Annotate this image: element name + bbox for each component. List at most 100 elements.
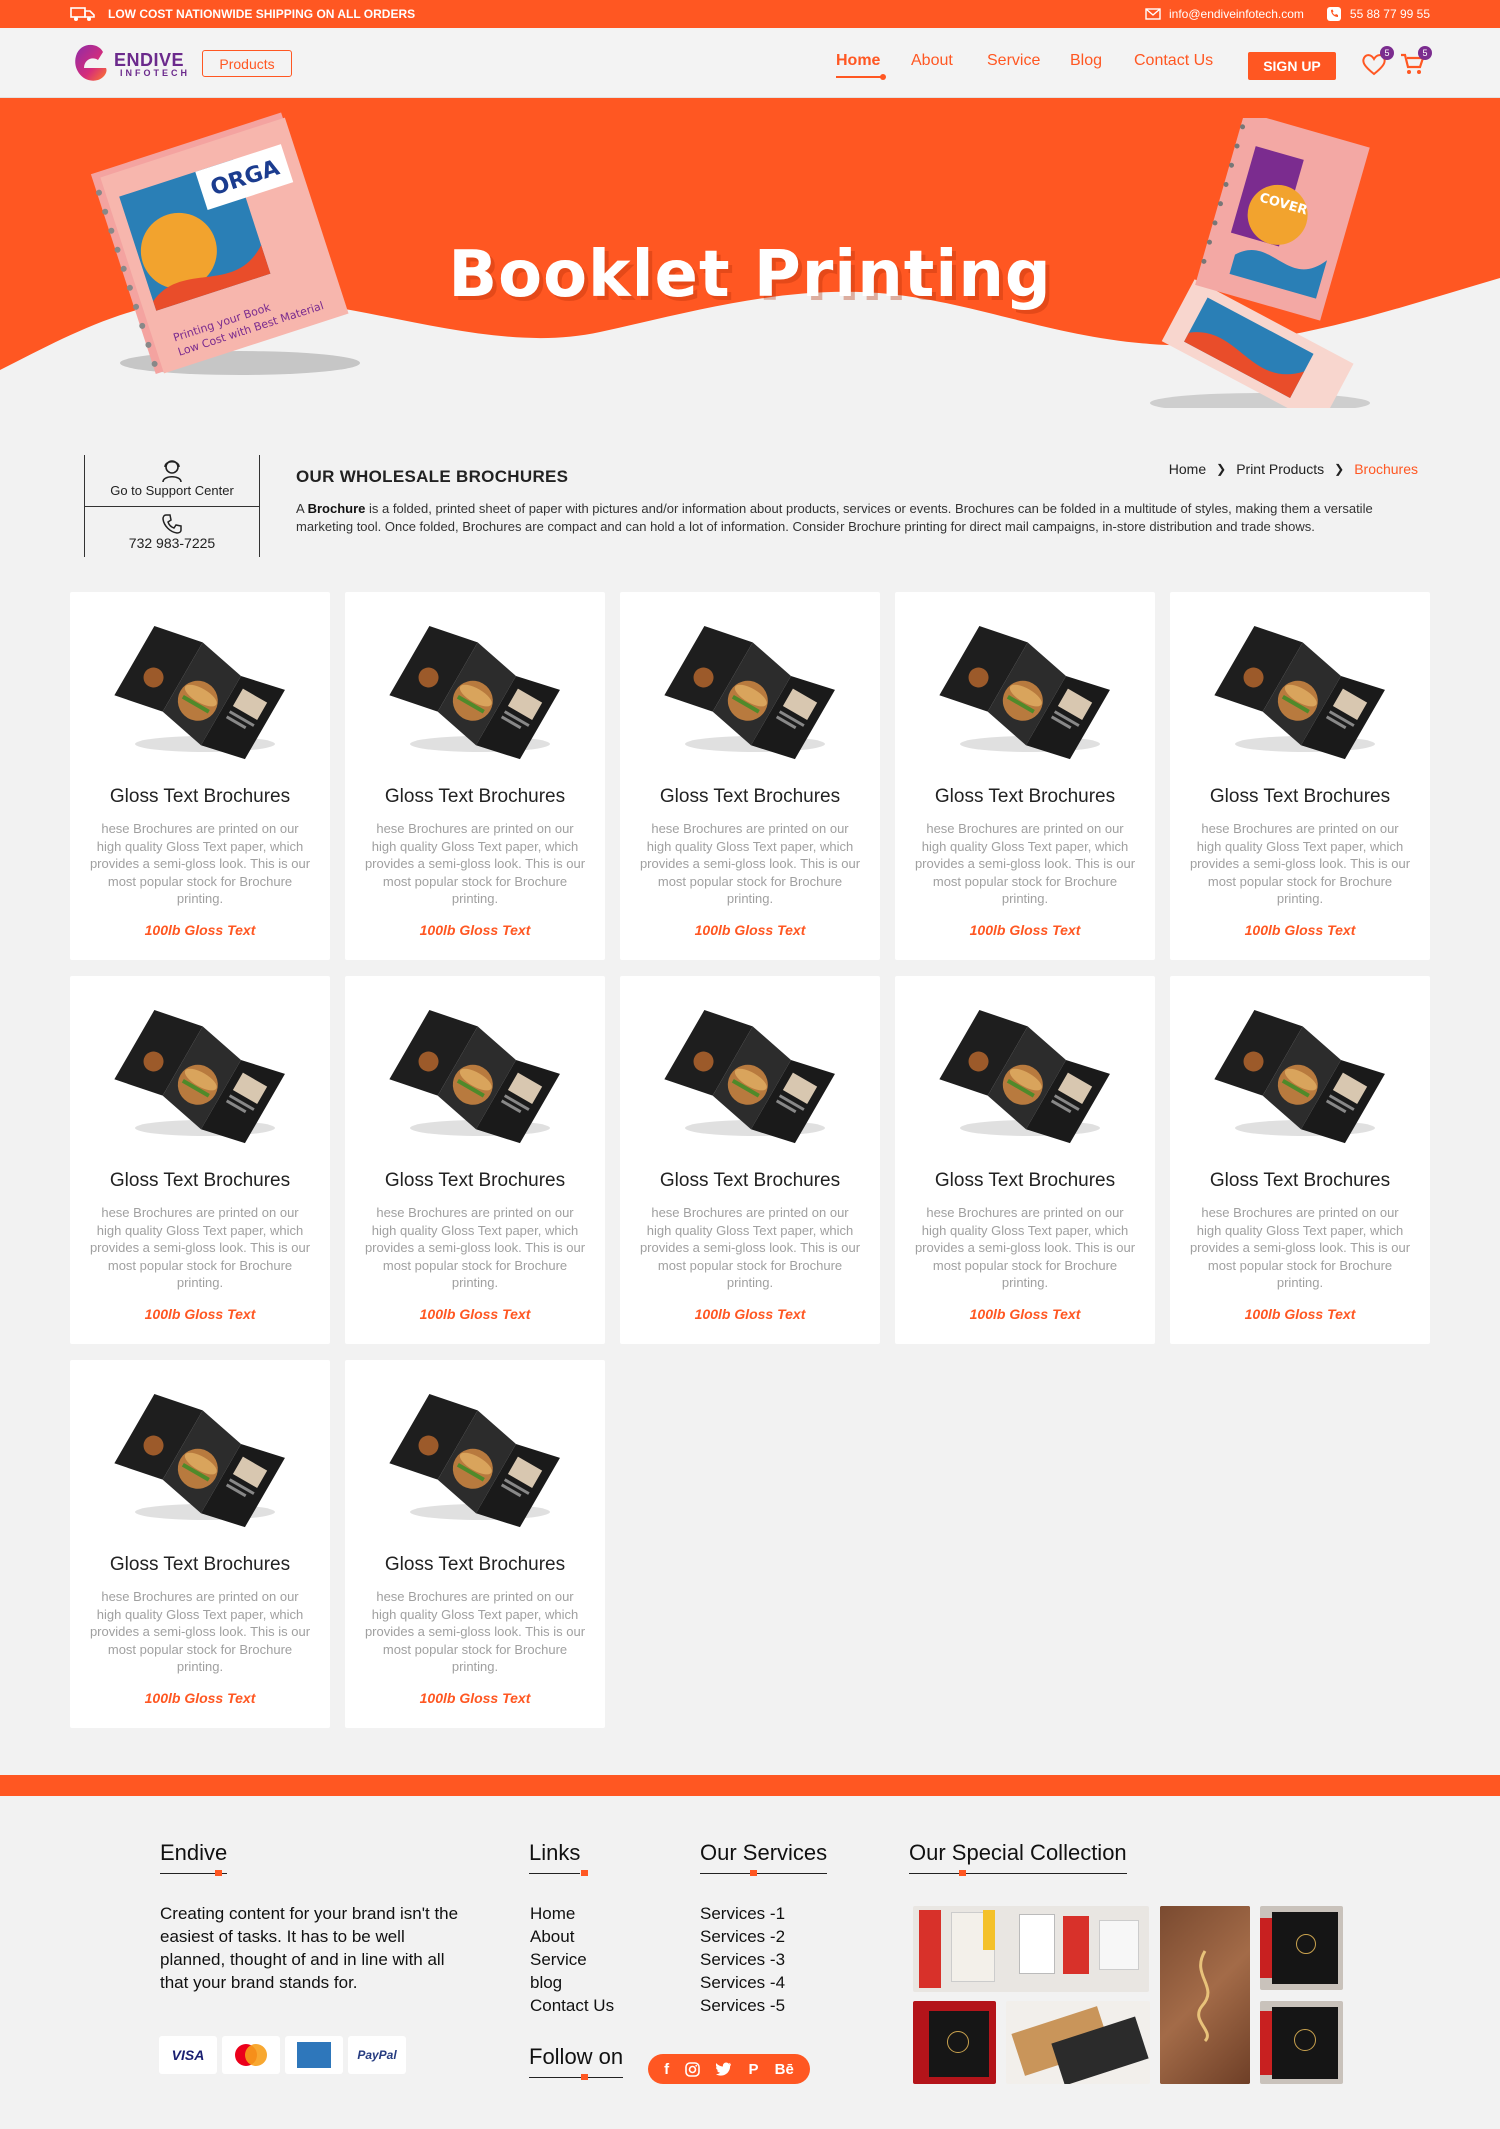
product-card[interactable]: Gloss Text Brochures hese Brochures are … — [345, 592, 605, 960]
product-title: Gloss Text Brochures — [384, 786, 566, 807]
breadcrumb-home[interactable]: Home — [1169, 461, 1206, 477]
signup-button[interactable]: SIGN UP — [1248, 52, 1336, 80]
footer-link-home[interactable]: Home — [530, 1902, 614, 1925]
product-description: hese Brochures are printed on our high q… — [364, 1589, 586, 1674]
collection-image-business-cards[interactable] — [1006, 2001, 1150, 2084]
footer-link-contact[interactable]: Contact Us — [530, 1994, 614, 2017]
brochure-image — [114, 626, 285, 760]
product-stock-link[interactable]: 100lb Gloss Text — [1170, 922, 1430, 938]
instagram-icon[interactable] — [685, 2061, 701, 2077]
product-stock-link[interactable]: 100lb Gloss Text — [895, 1306, 1155, 1322]
product-card[interactable]: Gloss Text Brochures hese Brochures are … — [345, 1360, 605, 1728]
section-title: OUR WHOLESALE BROCHURES — [296, 467, 569, 486]
product-card[interactable]: Gloss Text Brochures hese Brochures are … — [895, 976, 1155, 1344]
footer-about-heading: Endive — [160, 1840, 228, 1876]
nav-blog[interactable]: Blog — [1070, 52, 1102, 70]
nav-active-underline — [836, 74, 886, 80]
payment-visa: VISA — [159, 2036, 217, 2074]
behance-icon[interactable]: Bē — [775, 2061, 794, 2078]
product-card[interactable]: Gloss Text Brochures hese Brochures are … — [345, 976, 605, 1344]
product-title: Gloss Text Brochures — [109, 1170, 291, 1191]
footer-service-4[interactable]: Services -4 — [700, 1971, 785, 1994]
support-center-label: Go to Support Center — [110, 483, 234, 498]
product-stock-link[interactable]: 100lb Gloss Text — [345, 922, 605, 938]
support-box: Go to Support Center 732 983-7225 — [84, 455, 260, 557]
product-card[interactable]: Gloss Text Brochures hese Brochures are … — [70, 592, 330, 960]
product-stock-link[interactable]: 100lb Gloss Text — [620, 1306, 880, 1322]
product-title: Gloss Text Brochures — [109, 1554, 291, 1575]
product-description: hese Brochures are printed on our high q… — [364, 1205, 586, 1290]
brochure-image — [1214, 1010, 1385, 1144]
product-description: hese Brochures are printed on our high q… — [1189, 821, 1411, 906]
footer-link-service[interactable]: Service — [530, 1948, 614, 1971]
product-card[interactable]: Gloss Text Brochures hese Brochures are … — [70, 1360, 330, 1728]
footer-about-text: Creating content for your brand isn't th… — [160, 1904, 459, 1992]
product-stock-link[interactable]: 100lb Gloss Text — [70, 1690, 330, 1706]
footer-service-5[interactable]: Services -5 — [700, 1994, 785, 2017]
product-description: hese Brochures are printed on our high q… — [89, 1205, 311, 1290]
product-description: hese Brochures are printed on our high q… — [914, 1205, 1136, 1290]
product-stock-link[interactable]: 100lb Gloss Text — [70, 1306, 330, 1322]
support-center-link[interactable]: Go to Support Center — [85, 455, 259, 507]
product-stock-link[interactable]: 100lb Gloss Text — [345, 1690, 605, 1706]
nav-contact[interactable]: Contact Us — [1134, 52, 1213, 70]
product-stock-link[interactable]: 100lb Gloss Text — [345, 1306, 605, 1322]
desc-body: is a folded, printed sheet of paper with… — [296, 501, 1373, 534]
footer-link-blog[interactable]: blog — [530, 1971, 614, 1994]
support-phone-number: 732 983-7225 — [128, 535, 216, 551]
cart-badge: 5 — [1418, 46, 1432, 60]
brochure-image — [389, 1010, 560, 1144]
top-phone[interactable]: 55 88 77 99 55 — [1326, 6, 1430, 22]
visa-label: VISA — [171, 2047, 205, 2063]
support-phone[interactable]: 732 983-7225 — [85, 508, 259, 556]
collection-image-black-box-3[interactable] — [1260, 2001, 1343, 2084]
product-stock-link[interactable]: 100lb Gloss Text — [70, 922, 330, 938]
product-card[interactable]: Gloss Text Brochures hese Brochures are … — [1170, 592, 1430, 960]
cart-button[interactable]: 5 — [1398, 46, 1432, 80]
wishlist-button[interactable]: 5 — [1360, 46, 1394, 80]
footer-service-1[interactable]: Services -1 — [700, 1902, 785, 1925]
top-email[interactable]: info@endiveinfotech.com — [1145, 7, 1304, 21]
product-description: hese Brochures are printed on our high q… — [364, 821, 586, 906]
product-stock-link[interactable]: 100lb Gloss Text — [1170, 1306, 1430, 1322]
collection-image-black-box-2[interactable] — [913, 2001, 996, 2084]
product-title: Gloss Text Brochures — [384, 1554, 566, 1575]
footer-service-2[interactable]: Services -2 — [700, 1925, 785, 1948]
footer-follow-heading: Follow on — [529, 2044, 624, 2080]
nav-about[interactable]: About — [911, 52, 953, 70]
paypal-label: PayPal — [357, 2048, 397, 2062]
brochure-image — [664, 626, 835, 760]
product-stock-link[interactable]: 100lb Gloss Text — [895, 922, 1155, 938]
product-description: hese Brochures are printed on our high q… — [89, 1589, 311, 1674]
product-card[interactable]: Gloss Text Brochures hese Brochures are … — [1170, 976, 1430, 1344]
brochure-image — [389, 1394, 560, 1528]
nav-home[interactable]: Home — [836, 52, 880, 70]
product-card[interactable]: Gloss Text Brochures hese Brochures are … — [895, 592, 1155, 960]
collection-image-mockups[interactable] — [913, 1906, 1149, 1992]
top-phone-text: 55 88 77 99 55 — [1349, 7, 1430, 21]
footer-links-heading: Links — [529, 1840, 588, 1876]
hero-banner: ORGA Printing your Book Low Cost with Be… — [0, 98, 1500, 408]
collection-image-black-box-1[interactable] — [1260, 1906, 1343, 1990]
site-header: ENDIVE INFOTECH Products Home About Serv… — [0, 28, 1500, 98]
twitter-icon[interactable] — [716, 2062, 732, 2076]
footer-collection-title: Our Special Collection — [909, 1840, 1127, 1865]
facebook-icon[interactable]: f — [664, 2061, 669, 2078]
product-title: Gloss Text Brochures — [1209, 1170, 1391, 1191]
product-card[interactable]: Gloss Text Brochures hese Brochures are … — [620, 592, 880, 960]
collection-image-wood-card[interactable] — [1160, 1906, 1250, 2084]
footer-link-about[interactable]: About — [530, 1925, 614, 1948]
top-bar: LOW COST NATIONWIDE SHIPPING ON ALL ORDE… — [0, 0, 1500, 28]
breadcrumb-print-products[interactable]: Print Products — [1236, 461, 1324, 477]
footer-services-list: Services -1 Services -2 Services -3 Serv… — [700, 1902, 785, 2017]
pinterest-icon[interactable]: P — [749, 2061, 759, 2078]
payment-amex — [285, 2036, 343, 2074]
product-card[interactable]: Gloss Text Brochures hese Brochures are … — [620, 976, 880, 1344]
footer-service-3[interactable]: Services -3 — [700, 1948, 785, 1971]
product-card[interactable]: Gloss Text Brochures hese Brochures are … — [70, 976, 330, 1344]
heading-dot — [215, 1870, 222, 1876]
product-stock-link[interactable]: 100lb Gloss Text — [620, 922, 880, 938]
brochure-image — [939, 1010, 1110, 1144]
nav-service[interactable]: Service — [987, 52, 1040, 70]
heading-dot — [581, 2074, 588, 2080]
